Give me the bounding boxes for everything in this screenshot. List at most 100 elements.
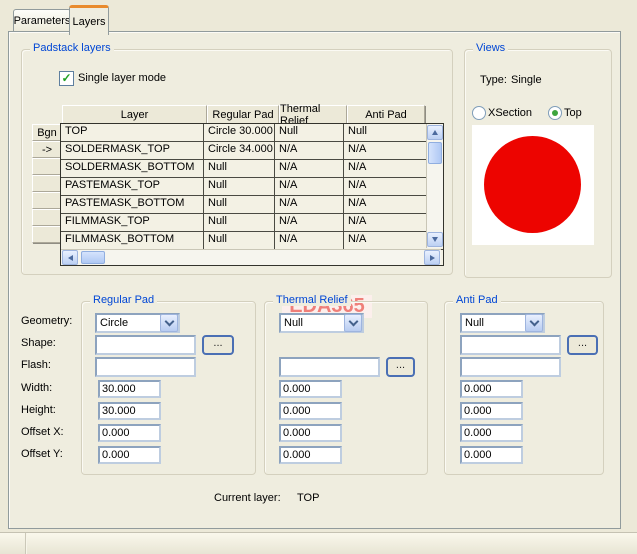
- row-marker-button[interactable]: [32, 192, 62, 209]
- padstack-layers-group-label: Padstack layers: [30, 42, 114, 54]
- table-row[interactable]: PASTEMASK_BOTTOM Null N/A N/A: [61, 196, 443, 214]
- cell-thermal-relief[interactable]: N/A: [275, 214, 344, 231]
- cell-regular-pad[interactable]: Null: [204, 160, 275, 177]
- layers-tab-page: Padstack layers ✓ Single layer mode Laye…: [8, 31, 621, 529]
- cell-layer[interactable]: SOLDERMASK_TOP: [61, 142, 204, 159]
- tab-layers[interactable]: Layers: [69, 5, 109, 35]
- scroll-up-icon[interactable]: [427, 125, 443, 140]
- cell-regular-pad[interactable]: Null: [204, 178, 275, 195]
- chevron-down-icon[interactable]: [160, 314, 178, 332]
- cell-anti-pad[interactable]: Null: [344, 124, 423, 141]
- flash-label: Flash:: [21, 359, 51, 371]
- geometry-select-thermal[interactable]: Null: [279, 313, 364, 333]
- cell-thermal-relief[interactable]: N/A: [275, 160, 344, 177]
- cell-layer[interactable]: FILMMASK_BOTTOM: [61, 232, 204, 249]
- scroll-right-icon[interactable]: [424, 250, 440, 265]
- height-input-regular[interactable]: [98, 402, 161, 420]
- cell-thermal-relief[interactable]: N/A: [275, 196, 344, 213]
- offset-x-input-anti[interactable]: [460, 424, 523, 442]
- offset-y-input-anti[interactable]: [460, 446, 523, 464]
- offset-y-input-regular[interactable]: [98, 446, 161, 464]
- anti-pad-group-label: Anti Pad: [453, 294, 501, 306]
- cell-layer[interactable]: FILMMASK_TOP: [61, 214, 204, 231]
- cell-anti-pad[interactable]: N/A: [344, 142, 423, 159]
- flash-browse-button-thermal[interactable]: ...: [386, 357, 415, 377]
- row-marker-button[interactable]: [32, 226, 62, 243]
- cell-anti-pad[interactable]: N/A: [344, 160, 423, 177]
- current-layer-value: TOP: [297, 492, 320, 504]
- top-radio-label[interactable]: Top: [564, 107, 582, 119]
- scroll-left-icon[interactable]: [62, 250, 78, 265]
- column-header-layer[interactable]: Layer: [62, 105, 207, 124]
- geometry-select-regular[interactable]: Circle: [95, 313, 180, 333]
- cell-regular-pad[interactable]: Null: [204, 196, 275, 213]
- column-header-regular-pad[interactable]: Regular Pad: [207, 105, 279, 124]
- shape-input-anti[interactable]: [460, 335, 561, 355]
- cell-regular-pad[interactable]: Circle 34.000: [204, 142, 275, 159]
- cell-layer[interactable]: SOLDERMASK_BOTTOM: [61, 160, 204, 177]
- anti-pad-group: Anti Pad Null ...: [444, 294, 604, 475]
- shape-browse-button-anti[interactable]: ...: [567, 335, 598, 355]
- cell-regular-pad[interactable]: Circle 30.000: [204, 124, 275, 141]
- table-row[interactable]: TOP Circle 30.000 Null Null: [61, 124, 443, 142]
- cell-regular-pad[interactable]: Null: [204, 214, 275, 231]
- row-marker-button[interactable]: Bgn: [32, 124, 62, 141]
- status-bar-divider: [25, 533, 27, 554]
- table-row[interactable]: SOLDERMASK_TOP Circle 34.000 N/A N/A: [61, 142, 443, 160]
- flash-input-anti[interactable]: [460, 357, 561, 377]
- tab-parameters[interactable]: Parameters: [13, 9, 71, 32]
- cell-layer[interactable]: PASTEMASK_BOTTOM: [61, 196, 204, 213]
- height-input-anti[interactable]: [460, 402, 523, 420]
- height-input-thermal[interactable]: [279, 402, 342, 420]
- row-marker-button[interactable]: [32, 158, 62, 175]
- width-input-regular[interactable]: [98, 380, 161, 398]
- table-row[interactable]: PASTEMASK_TOP Null N/A N/A: [61, 178, 443, 196]
- table-row[interactable]: SOLDERMASK_BOTTOM Null N/A N/A: [61, 160, 443, 178]
- chevron-down-icon[interactable]: [344, 314, 362, 332]
- xsection-radio[interactable]: [472, 106, 486, 120]
- radio-dot-icon: [552, 110, 558, 116]
- cell-anti-pad[interactable]: N/A: [344, 232, 423, 249]
- cell-thermal-relief[interactable]: N/A: [275, 178, 344, 195]
- geometry-value-thermal: Null: [284, 317, 303, 329]
- flash-input-regular[interactable]: [95, 357, 196, 377]
- pad-preview: [472, 125, 594, 245]
- flash-input-thermal[interactable]: [279, 357, 380, 377]
- shape-input-regular[interactable]: [95, 335, 196, 355]
- width-input-thermal[interactable]: [279, 380, 342, 398]
- row-marker-button[interactable]: [32, 209, 62, 226]
- scroll-down-icon[interactable]: [427, 232, 443, 247]
- width-input-anti[interactable]: [460, 380, 523, 398]
- single-layer-mode-checkbox[interactable]: ✓: [59, 71, 74, 86]
- shape-browse-button-regular[interactable]: ...: [202, 335, 234, 355]
- top-radio[interactable]: [548, 106, 562, 120]
- xsection-radio-label[interactable]: XSection: [488, 107, 532, 119]
- row-marker-button[interactable]: [32, 175, 62, 192]
- cell-layer[interactable]: PASTEMASK_TOP: [61, 178, 204, 195]
- chevron-down-icon[interactable]: [525, 314, 543, 332]
- views-group-label: Views: [473, 42, 509, 54]
- table-row[interactable]: FILMMASK_TOP Null N/A N/A: [61, 214, 443, 232]
- table-row[interactable]: FILMMASK_BOTTOM Null N/A N/A: [61, 232, 443, 250]
- vertical-scrollbar[interactable]: [426, 124, 443, 248]
- offset-y-input-thermal[interactable]: [279, 446, 342, 464]
- cell-regular-pad[interactable]: Null: [204, 232, 275, 249]
- row-marker-button[interactable]: ->: [32, 141, 62, 158]
- vertical-scroll-thumb[interactable]: [428, 142, 442, 164]
- cell-thermal-relief[interactable]: Null: [275, 124, 344, 141]
- cell-thermal-relief[interactable]: N/A: [275, 142, 344, 159]
- offset-x-input-regular[interactable]: [98, 424, 161, 442]
- cell-thermal-relief[interactable]: N/A: [275, 232, 344, 249]
- column-header-anti-pad[interactable]: Anti Pad: [347, 105, 425, 124]
- cell-anti-pad[interactable]: N/A: [344, 214, 423, 231]
- geometry-label: Geometry:: [21, 315, 73, 327]
- horizontal-scrollbar[interactable]: [61, 249, 441, 265]
- cell-anti-pad[interactable]: N/A: [344, 196, 423, 213]
- horizontal-scroll-thumb[interactable]: [81, 251, 105, 264]
- cell-layer[interactable]: TOP: [61, 124, 204, 141]
- cell-anti-pad[interactable]: N/A: [344, 178, 423, 195]
- geometry-select-anti[interactable]: Null: [460, 313, 545, 333]
- column-header-thermal-relief[interactable]: Thermal Relief: [279, 103, 347, 127]
- offset-x-input-thermal[interactable]: [279, 424, 342, 442]
- padstack-editor-window: Parameters Layers Padstack layers ✓ Sing…: [0, 0, 637, 554]
